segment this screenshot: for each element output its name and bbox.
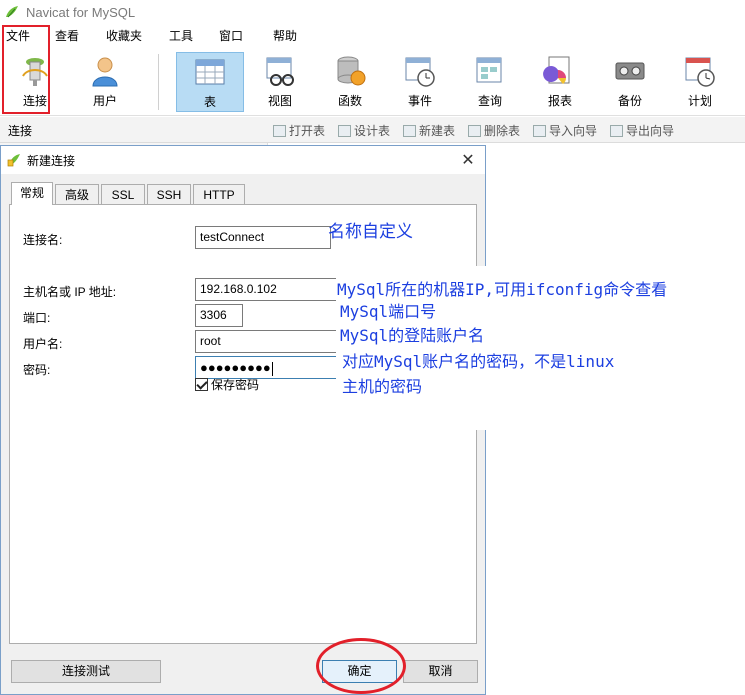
connection-pane-header: 连接 [8,124,33,138]
view-button[interactable]: 视图 [249,52,311,112]
query-label: 查询 [477,94,502,108]
tab-http[interactable]: HTTP [193,184,245,204]
delete-table-icon [468,124,481,137]
dialog-titlebar: 新建连接 ✕ [1,146,485,174]
user-button[interactable]: 用户 [74,52,136,112]
schedule-button[interactable]: 计划 [669,52,731,112]
table-icon [195,59,225,85]
table-label: 表 [203,95,216,109]
main-toolbar: 连接 用户 表 视图 函数 事件 查询 报表 备份 计划 [0,48,745,116]
backup-label: 备份 [617,94,642,108]
design-table-button[interactable]: 设计表 [338,122,390,139]
query-button[interactable]: 查询 [459,52,521,112]
save-password-checkbox[interactable]: 保存密码 [195,376,259,393]
annotation-user: MySql的登陆账户名 [340,326,485,345]
tab-advanced[interactable]: 高级 [55,184,99,204]
port-label: 端口: [23,311,51,325]
menu-tools[interactable]: 工具 [169,24,193,48]
password-value: ●●●●●●●●● [200,360,271,375]
export-wizard-icon [610,124,623,137]
backup-tape-icon [615,62,645,80]
user-label: 用户 [92,94,117,108]
text-caret [271,361,273,376]
test-connection-button[interactable]: 连接测试 [11,660,161,683]
open-table-button[interactable]: 打开表 [273,122,325,139]
window-titlebar: Navicat for MySQL [0,0,745,24]
password-label: 密码: [23,363,51,377]
tab-ssh[interactable]: SSH [147,184,191,204]
event-label: 事件 [407,94,432,108]
menu-window[interactable]: 窗口 [219,24,243,48]
annotation-host: MySql所在的机器IP,可用ifconfig命令查看 [337,280,668,299]
new-table-icon [403,124,416,137]
highlight-ellipse [316,638,406,694]
menu-view[interactable]: 查看 [55,24,79,48]
navicat-logo-icon [6,6,18,18]
menu-bar: 文件 查看 收藏夹 工具 窗口 帮助 [0,24,745,48]
function-button[interactable]: 函数 [319,52,381,112]
delete-table-button[interactable]: 删除表 [468,122,520,139]
annotation-password-2: 主机的密码 [342,377,423,396]
connection-name-label: 连接名: [23,233,63,247]
design-table-icon [338,124,351,137]
query-icon [476,57,502,83]
dialog-title: 新建连接 [27,153,76,168]
port-input[interactable]: 3306 [195,304,243,327]
checkbox-checked-icon [195,378,208,391]
connection-name-input[interactable]: testConnect [195,226,331,249]
save-password-label: 保存密码 [211,378,260,392]
window-title: Navicat for MySQL [26,4,136,20]
schedule-calendar-icon [685,57,715,87]
menu-favorites[interactable]: 收藏夹 [106,24,142,48]
report-icon [543,56,570,84]
username-label: 用户名: [23,337,63,351]
event-clock-icon [405,57,435,87]
view-label: 视图 [267,94,292,108]
import-wizard-button[interactable]: 导入向导 [533,122,597,139]
close-icon[interactable]: ✕ [459,150,477,170]
import-wizard-icon [533,124,546,137]
object-toolbar: 连接 打开表 设计表 新建表 删除表 导入向导 导出向导 [0,117,745,143]
function-database-icon [337,56,366,86]
annotation-name: 名称自定义 [328,222,413,242]
toolbar-separator [158,54,159,110]
report-label: 报表 [547,94,572,108]
tab-ssl[interactable]: SSL [101,184,145,204]
event-button[interactable]: 事件 [389,52,451,112]
host-label: 主机名或 IP 地址: [23,285,117,299]
view-glasses-icon [266,57,294,86]
table-button[interactable]: 表 [176,52,244,112]
cancel-button[interactable]: 取消 [403,660,478,683]
open-table-icon [273,124,286,137]
new-connection-icon [7,154,20,167]
highlight-box [2,25,50,114]
schedule-label: 计划 [687,94,712,108]
export-wizard-button[interactable]: 导出向导 [610,122,674,139]
menu-help[interactable]: 帮助 [273,24,297,48]
backup-button[interactable]: 备份 [599,52,661,112]
tab-general[interactable]: 常规 [11,182,53,205]
annotation-port: MySql端口号 [340,302,437,321]
annotation-password-1: 对应MySql账户名的密码，不是linux [342,352,615,371]
new-table-button[interactable]: 新建表 [403,122,455,139]
user-icon [92,57,118,87]
report-button[interactable]: 报表 [529,52,591,112]
function-label: 函数 [337,94,362,108]
